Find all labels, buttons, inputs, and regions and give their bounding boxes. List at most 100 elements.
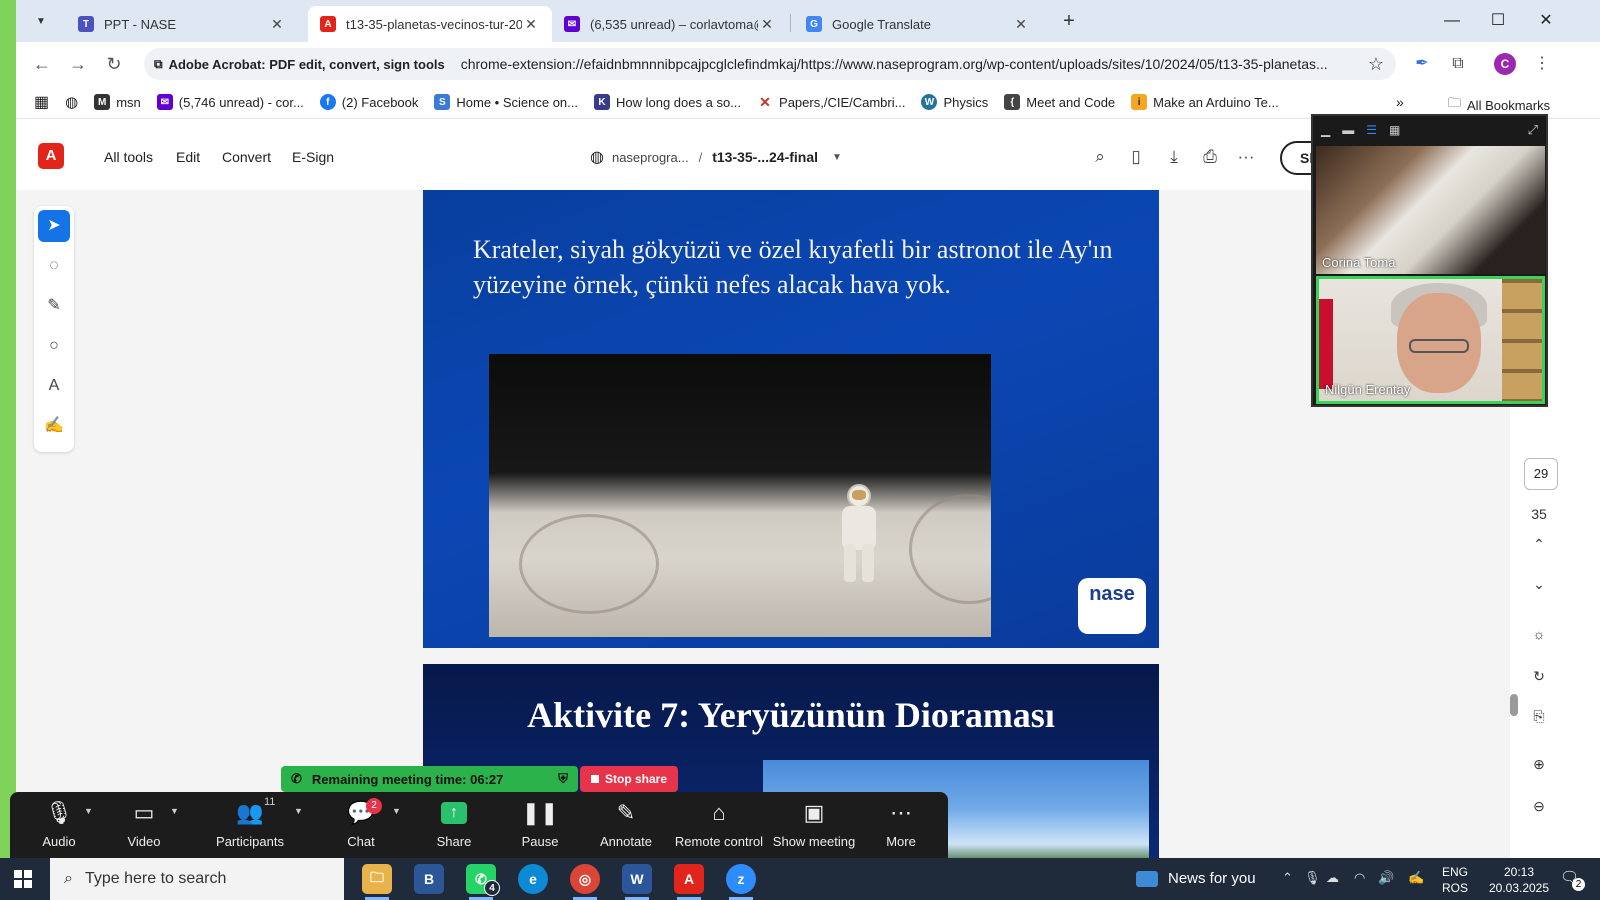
bookmark-facebook[interactable]: f (2) Facebook (319, 94, 418, 110)
pause-button[interactable]: ❚❚ Pause (514, 792, 566, 858)
lasso-icon[interactable]: ○ (38, 330, 70, 362)
tab-ppt-nase[interactable]: T PPT - NASE ✕ (66, 6, 298, 42)
apps-grid-icon[interactable]: ▦ (34, 92, 49, 112)
bookmark-arduino[interactable]: i Make an Arduino Te... (1131, 94, 1279, 110)
bookmark-science[interactable]: S Home • Science on... (434, 94, 578, 110)
annotate-button[interactable]: ✎ Annotate (596, 792, 656, 858)
acrobat-icon[interactable]: A (674, 864, 704, 900)
brightness-icon[interactable]: ☼ (1524, 626, 1554, 642)
show-meeting-button[interactable]: ▣ Show meeting (772, 792, 856, 858)
page-export-icon[interactable]: ⎘ (1524, 708, 1554, 725)
video-button[interactable]: ▭ Video ▼ (116, 792, 178, 858)
menu-edit[interactable]: Edit (176, 149, 200, 165)
expand-icon[interactable]: ⤢ (1528, 122, 1538, 138)
video-tile-corina[interactable]: Corina Toma (1316, 146, 1545, 274)
minimize-button[interactable]: — (1432, 8, 1472, 34)
print-icon[interactable]: ⎙ (1198, 145, 1222, 169)
text-box-icon[interactable]: A (38, 370, 70, 402)
tab-acrobat-pdf[interactable]: A t13-35-planetas-vecinos-tur-20 ✕ (308, 6, 552, 42)
chevron-down-icon[interactable]: ▼ (832, 152, 842, 163)
chevron-down-icon[interactable]: ⌄ (1524, 576, 1554, 593)
zoom-icon[interactable]: z (726, 864, 756, 900)
chevron-up-icon[interactable]: ⌃ (1524, 536, 1554, 553)
all-bookmarks-button[interactable]: 🗀 All Bookmarks (1448, 94, 1550, 116)
language-indicator[interactable]: ENG ROS (1442, 864, 1468, 896)
zoom-out-icon[interactable]: ⊖ (1524, 798, 1554, 815)
chevron-up-icon[interactable]: ⌃ (1282, 870, 1293, 886)
bookmark-physics[interactable]: W Physics (921, 94, 988, 110)
tab-yahoo-mail[interactable]: ✉ (6,535 unread) – corlavtoma@y ✕ (552, 6, 788, 42)
chrome-icon[interactable]: ◎ (570, 864, 600, 900)
close-icon[interactable]: ✕ (758, 16, 776, 33)
scrollbar-thumb[interactable] (1510, 694, 1518, 716)
word-icon[interactable]: W (622, 864, 652, 900)
minimize-video-icon[interactable]: ▁ (1321, 123, 1330, 137)
participants-button[interactable]: 👥 11 Participants ▼ (214, 792, 303, 858)
speaker-view-icon[interactable]: ☰ (1366, 123, 1377, 137)
menu-all-tools[interactable]: All tools (104, 149, 153, 165)
whatsapp-icon[interactable]: ✆ 4 (466, 864, 500, 900)
windows-start-icon[interactable] (14, 870, 32, 888)
current-page-input[interactable]: 29 (1524, 458, 1558, 490)
chevron-down-icon[interactable]: ▼ (170, 806, 179, 816)
bookmark-star-icon[interactable]: ☆ (1368, 54, 1384, 75)
single-view-icon[interactable]: ▬ (1342, 123, 1354, 137)
rotate-icon[interactable]: ↻ (1524, 668, 1554, 685)
video-tile-nilgun[interactable]: Nilgün Erentay (1316, 276, 1545, 404)
download-icon[interactable]: ⤓ (1162, 145, 1186, 169)
stop-share-button[interactable]: Stop share (580, 766, 678, 792)
site-info-chip[interactable]: ⧉ Adobe Acrobat: PDF edit, convert, sign… (144, 57, 445, 72)
highlight-pen-icon[interactable]: ✎ (38, 290, 70, 322)
file-explorer-icon[interactable]: 🗀 (362, 864, 392, 900)
avatar[interactable]: C (1494, 53, 1516, 75)
url-text[interactable]: chrome-extension://efaidnbmnnnibpcajpcgl… (461, 56, 1371, 72)
comment-icon[interactable]: ◌ (38, 250, 70, 282)
chevron-down-icon[interactable]: ▼ (84, 806, 93, 816)
bookmark-how-long[interactable]: K How long does a so... (594, 94, 741, 110)
menu-convert[interactable]: Convert (222, 149, 271, 165)
wifi-icon[interactable]: ◠ (1354, 870, 1365, 886)
more-bookmarks-chevron-icon[interactable]: » (1396, 94, 1404, 110)
maximize-button[interactable]: ☐ (1478, 8, 1518, 34)
close-window-button[interactable]: ✕ (1526, 8, 1566, 34)
clock[interactable]: 20:13 20.03.2025 (1484, 864, 1554, 896)
zoom-in-icon[interactable]: ⊕ (1524, 756, 1554, 773)
acrobat-extension-icon[interactable]: ✒ (1410, 52, 1434, 76)
menu-e-sign[interactable]: E-Sign (292, 149, 334, 165)
speaker-icon[interactable]: 🔊 (1378, 870, 1394, 886)
close-icon[interactable]: ✕ (522, 16, 540, 33)
bookmark-yahoo-mail[interactable]: ✉ (5,746 unread) - cor... (156, 94, 304, 110)
tab-search-button[interactable]: ▼ (28, 9, 54, 33)
edge-icon[interactable]: e (518, 864, 548, 894)
more-button[interactable]: ⋯ More (876, 792, 926, 858)
signature-icon[interactable]: ✍ (38, 410, 70, 442)
share-button[interactable]: ↑ Share (428, 792, 480, 858)
search-icon[interactable]: ⌕ (1088, 145, 1112, 169)
taskbar-search[interactable]: ⌕ Type here to search (50, 858, 344, 900)
bookmark-papers[interactable]: ✕ Papers,/CIE/Cambri... (757, 94, 905, 110)
bookmark-meet-and-code[interactable]: { Meet and Code (1004, 94, 1115, 110)
back-button[interactable]: ← (30, 52, 54, 76)
chat-button[interactable]: 💬 2 Chat ▼ (336, 792, 401, 858)
close-icon[interactable]: ✕ (268, 16, 286, 33)
acrobat-logo-icon[interactable]: A (38, 143, 64, 169)
app-icon[interactable]: B (414, 864, 444, 894)
chevron-down-icon[interactable]: ▼ (294, 806, 303, 816)
chevron-down-icon[interactable]: ▼ (392, 806, 401, 816)
file-breadcrumb[interactable]: ◍ naseprogra... / t13-35-...24-final ▼ (590, 147, 842, 167)
gallery-view-icon[interactable]: ▦ (1389, 123, 1400, 137)
audio-button[interactable]: 🎙 Audio ▼ (32, 792, 93, 858)
onedrive-icon[interactable]: ☁ (1326, 870, 1339, 886)
page-view-icon[interactable]: ▯ (1124, 145, 1148, 169)
more-options-icon[interactable]: ··· (1234, 145, 1258, 169)
address-bar[interactable]: ⧉ Adobe Acrobat: PDF edit, convert, sign… (144, 48, 1396, 80)
globe-icon[interactable]: ◍ (65, 93, 78, 111)
pen-icon[interactable]: ✍ (1408, 870, 1424, 886)
news-widget[interactable]: News for you (1136, 870, 1256, 887)
select-cursor-icon[interactable]: ➤ (38, 210, 70, 242)
menu-kebab-icon[interactable]: ⋮ (1530, 52, 1554, 76)
remote-control-button[interactable]: ⌂ Remote control (674, 792, 764, 858)
close-icon[interactable]: ✕ (1012, 16, 1030, 33)
forward-button[interactable]: → (66, 52, 90, 76)
extensions-puzzle-icon[interactable]: ⧉ (1446, 52, 1470, 76)
